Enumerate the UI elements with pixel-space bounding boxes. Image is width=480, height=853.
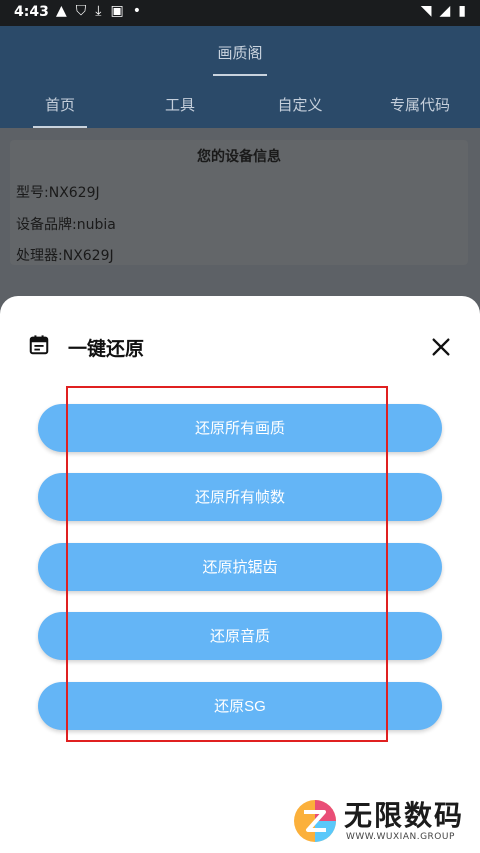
restore-bottom-sheet: 一键还原 还原所有画质 还原所有帧数 还原抗锯齿 还原音质 还原SG 无限数码 … [0, 296, 480, 853]
battery-icon: ▮ [458, 3, 466, 19]
tab-label: 工具 [164, 96, 195, 114]
calendar-icon [29, 335, 49, 355]
download-icon: ⤓ [95, 3, 102, 19]
title-underline [213, 74, 267, 76]
status-icons-right: ◥ ◢ ▮ [421, 3, 466, 19]
wifi-icon: ◥ [420, 3, 432, 19]
tab-exclusive-code[interactable]: 专属代码 [360, 82, 480, 128]
highlight-box [66, 386, 388, 742]
device-info-title: 您的设备信息 [197, 149, 281, 165]
shield-icon: ⛉ [75, 3, 87, 19]
status-icons-left: ▲ ⛉ ⤓ ▣ • [56, 3, 141, 19]
warning-icon: ▲ [56, 3, 67, 19]
watermark-subtext: WWW.WUXIAN.GROUP [346, 832, 455, 842]
app-icon: ▣ [110, 3, 124, 19]
watermark-text: 无限数码 [344, 799, 465, 832]
sheet-title: 一键还原 [68, 338, 145, 360]
tab-label: 专属代码 [389, 96, 450, 114]
close-icon[interactable] [430, 336, 452, 358]
status-bar: 4:43 ▲ ⛉ ⤓ ▣ • ◥ ◢ ▮ [0, 0, 480, 26]
watermark: 无限数码 WWW.WUXIAN.GROUP [292, 792, 472, 846]
app-bar: 画质阁 首页 工具 自定义 专属代码 [0, 26, 480, 128]
tab-bar: 首页 工具 自定义 专属代码 [0, 82, 480, 128]
watermark-logo-icon [294, 800, 336, 842]
tab-label: 首页 [44, 96, 75, 114]
device-processor: 处理器:NX629J [16, 248, 114, 264]
device-info-card: 您的设备信息 型号:NX629J 设备品牌:nubia 处理器:NX629J [10, 140, 468, 265]
status-time: 4:43 [14, 4, 49, 20]
device-brand: 设备品牌:nubia [16, 217, 116, 233]
device-model: 型号:NX629J [16, 185, 100, 201]
tab-home[interactable]: 首页 [0, 82, 120, 128]
tab-label: 自定义 [277, 96, 323, 114]
signal-icon: ◢ [439, 3, 451, 19]
sheet-header: 一键还原 [0, 296, 480, 396]
tab-custom[interactable]: 自定义 [240, 82, 360, 128]
dot-icon: • [132, 3, 141, 19]
tab-tools[interactable]: 工具 [120, 82, 240, 128]
app-title: 画质阁 [217, 44, 263, 62]
